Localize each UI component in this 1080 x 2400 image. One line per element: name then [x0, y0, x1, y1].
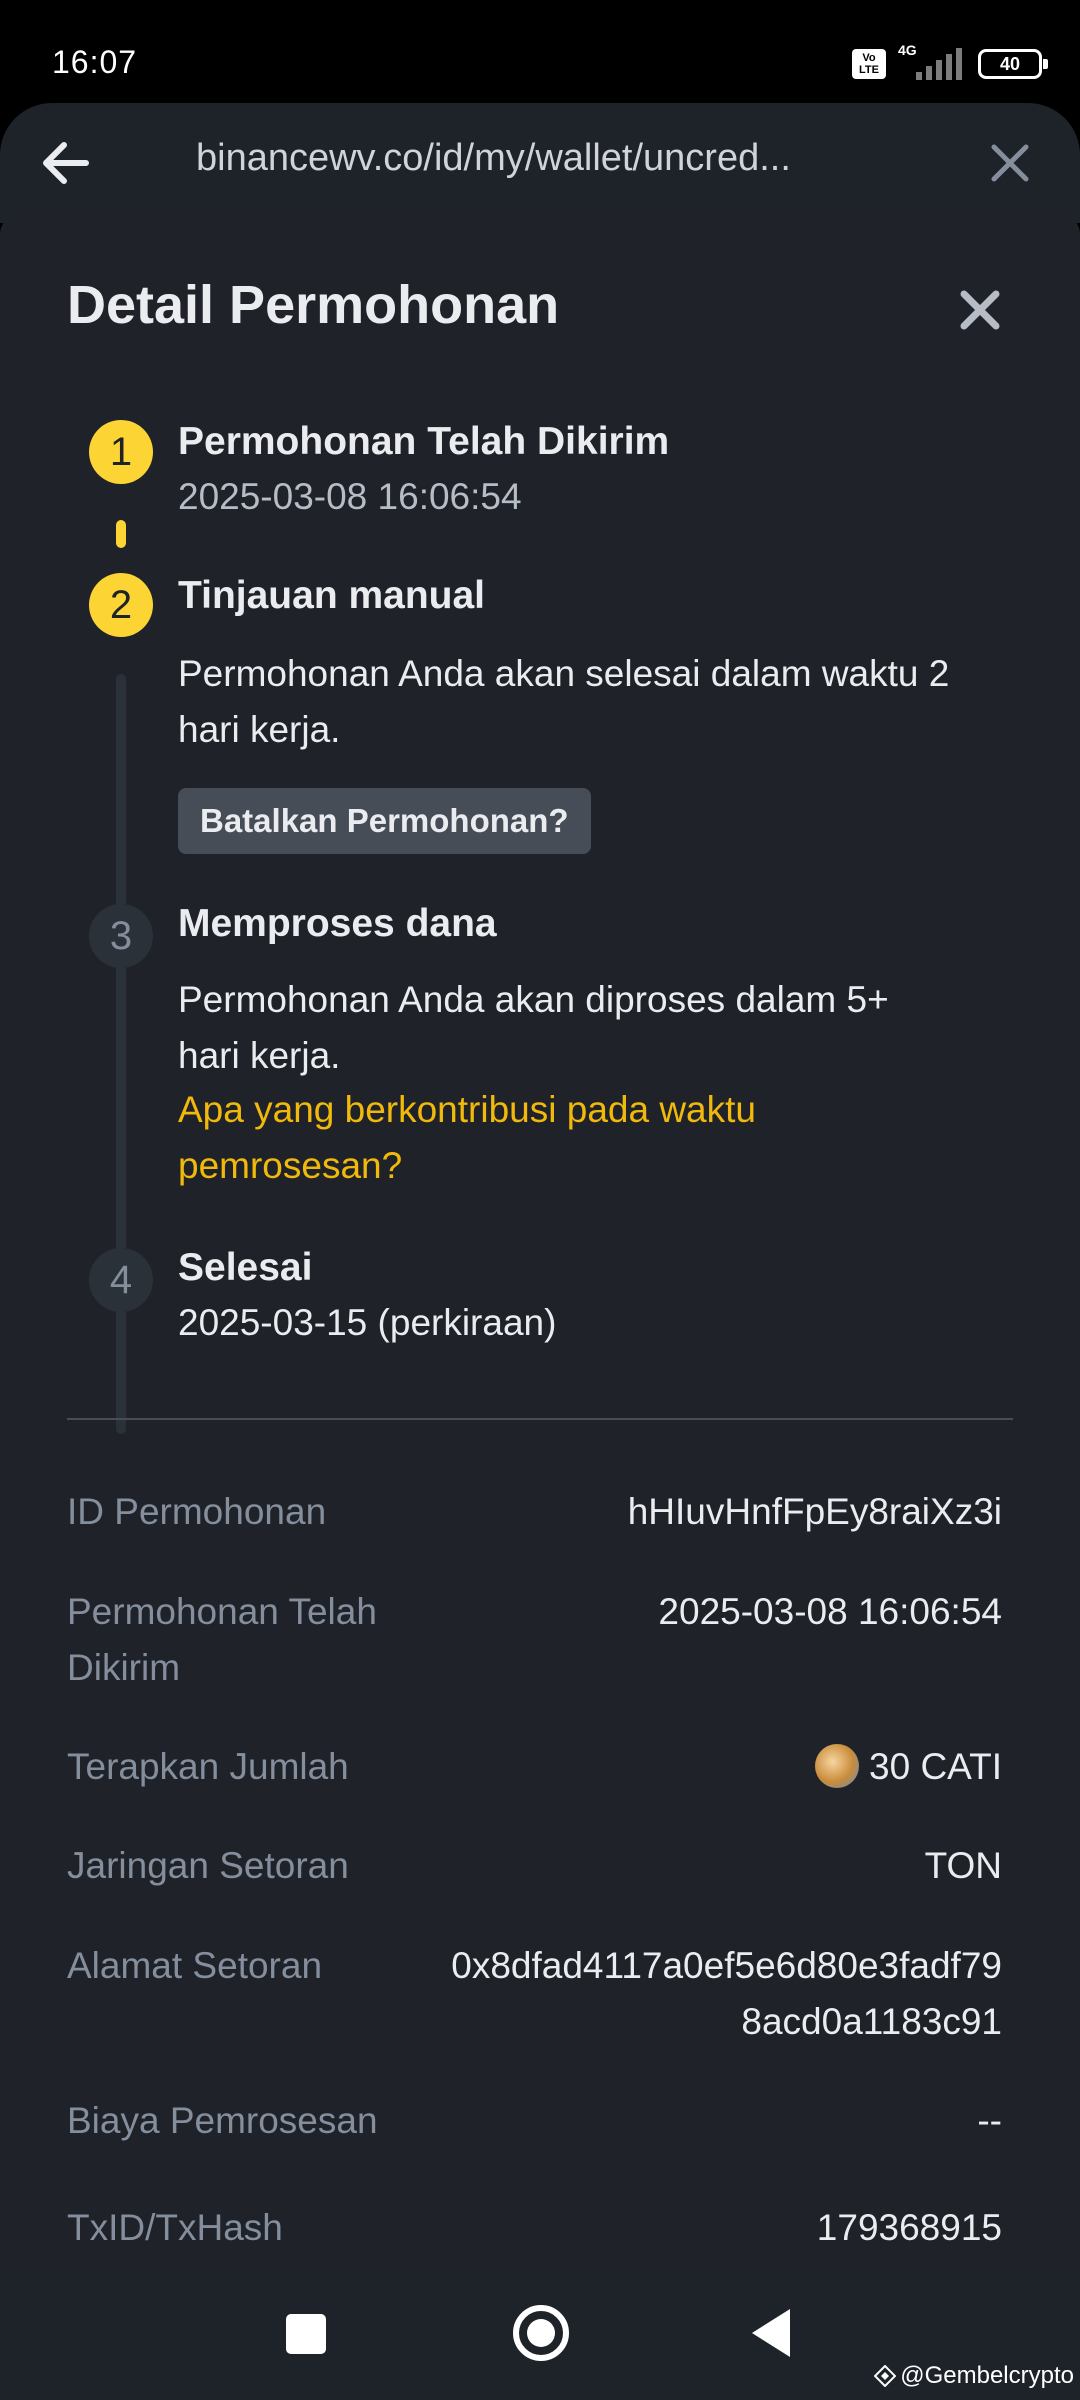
- step-connector-1: [116, 520, 126, 548]
- status-time: 16:07: [52, 44, 138, 80]
- step-4-number: 4: [89, 1248, 153, 1312]
- detail-value-request-id: hHIuvHnfFpEy8raiXz3i: [627, 1491, 1002, 1532]
- step-4-date: 2025-03-15 (perkiraan): [178, 1302, 557, 1343]
- step-3-number: 3: [89, 904, 153, 968]
- status-icons: Vo LTE 4G 40: [852, 42, 1048, 84]
- battery-icon: 40: [978, 49, 1048, 79]
- step-3-title: Memproses dana: [178, 902, 497, 945]
- signal-icon: 4G: [898, 42, 966, 82]
- detail-label-address: Alamat Setoran: [67, 1945, 323, 1986]
- step-1-title: Permohonan Telah Dikirim: [178, 420, 670, 463]
- step-4-title: Selesai: [178, 1246, 313, 1289]
- battery-level: 40: [999, 54, 1021, 74]
- close-icon[interactable]: [950, 280, 1010, 340]
- browser-header: binancewv.co/id/my/wallet/uncred...: [0, 103, 1080, 223]
- detail-value-address[interactable]: 0x8dfad4117a0ef5e6d80e3fadf798acd0a1183c…: [442, 1938, 1002, 2050]
- detail-value-amount: 30 CATI: [869, 1746, 1002, 1787]
- page-title: Detail Permohonan: [67, 275, 560, 335]
- processing-time-link[interactable]: Apa yang berkontribusi pada waktu pemros…: [178, 1082, 978, 1194]
- volte-icon: Vo LTE: [852, 49, 886, 79]
- detail-value-submitted: 2025-03-08 16:06:54: [658, 1591, 1002, 1632]
- detail-value-amount-row: 30 CATI: [362, 1739, 1002, 1795]
- close-browser-icon[interactable]: [980, 133, 1040, 193]
- cati-coin-icon: [815, 1744, 860, 1789]
- step-2-title: Tinjauan manual: [178, 574, 486, 617]
- home-icon[interactable]: [513, 2305, 569, 2361]
- back-arrow-icon[interactable]: [36, 133, 96, 193]
- detail-value-network: TON: [924, 1845, 1002, 1886]
- step-connector-3: [116, 999, 126, 1434]
- step-3-text: Permohonan Anda akan diproses dalam 5+ h…: [178, 979, 889, 1076]
- diamond-logo-icon: [873, 2364, 897, 2388]
- step-1-date: 2025-03-08 16:06:54: [178, 476, 522, 517]
- network-type: 4G: [898, 42, 917, 58]
- url-text[interactable]: binancewv.co/id/my/wallet/uncred...: [196, 137, 791, 180]
- detail-value-txid[interactable]: 179368915: [362, 2200, 1002, 2256]
- cancel-request-button[interactable]: Batalkan Permohonan?: [178, 788, 591, 854]
- detail-value-fee: --: [977, 2100, 1002, 2141]
- recent-apps-icon[interactable]: [286, 2314, 326, 2354]
- divider: [67, 1418, 1013, 1420]
- step-1-number: 1: [89, 420, 153, 484]
- back-triangle-icon[interactable]: [752, 2309, 790, 2357]
- status-bar: 16:07 Vo LTE 4G 40: [0, 0, 1080, 105]
- step-2-text: Permohonan Anda akan selesai dalam waktu…: [178, 653, 950, 750]
- watermark: @Gembelcrypto: [873, 2362, 1074, 2390]
- watermark-text: @Gembelcrypto: [900, 2362, 1074, 2389]
- step-2-number: 2: [89, 573, 153, 637]
- request-detail-panel: Detail Permohonan 1 Permohonan Telah Dik…: [0, 214, 1080, 2269]
